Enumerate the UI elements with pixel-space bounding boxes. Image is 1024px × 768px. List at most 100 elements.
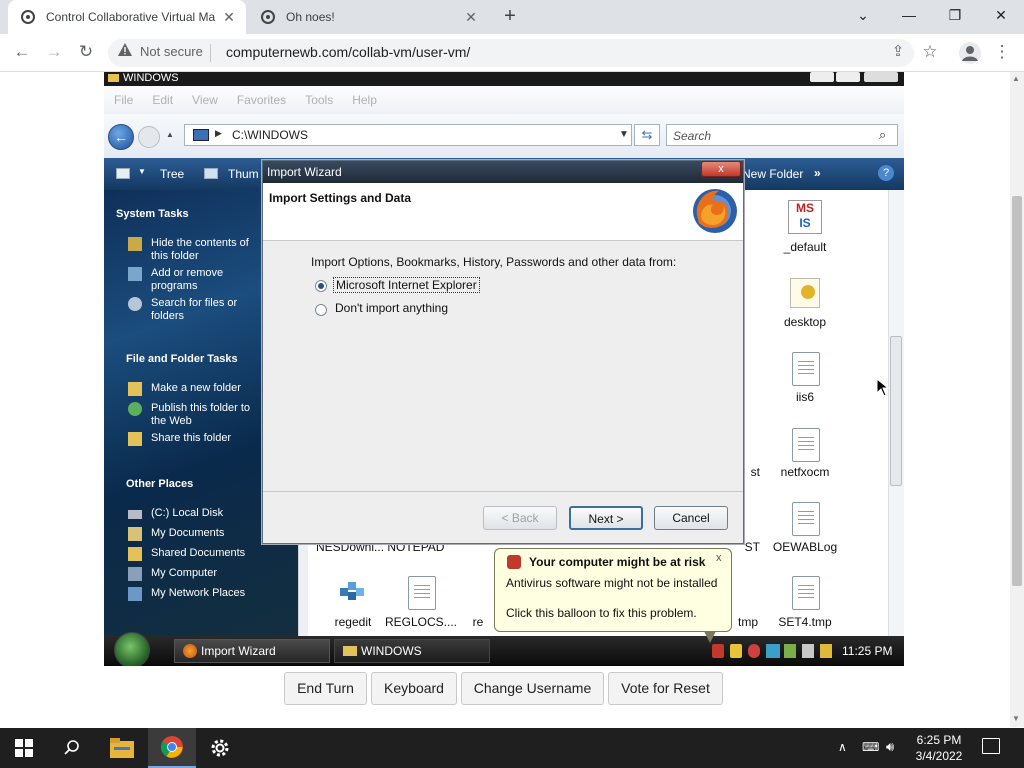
share-icon[interactable]: ⇪ (886, 40, 910, 64)
search-icon[interactable]: ⌕ (879, 127, 886, 143)
gear-icon[interactable] (196, 728, 244, 768)
explorer-up-icon[interactable]: ▲ (166, 130, 174, 139)
tray-network-icon[interactable] (766, 644, 780, 658)
explorer-minimize-button[interactable] (810, 72, 834, 82)
minimize-button[interactable]: — (886, 0, 932, 30)
scroll-down-arrow-icon[interactable]: ▼ (1012, 714, 1020, 723)
cancel-button[interactable]: Cancel (654, 506, 728, 530)
forward-arrow-icon[interactable]: → (42, 40, 66, 64)
file-netfxocm-label[interactable]: netfxocm (760, 465, 850, 479)
reload-icon[interactable]: ↻ (74, 40, 98, 64)
task-publish-web[interactable]: Publish this folder to the Web (151, 402, 263, 428)
tray-security-icon[interactable] (748, 644, 760, 658)
network-icon[interactable]: ⌨ (862, 740, 879, 754)
file-default-label[interactable]: _default (760, 240, 850, 254)
star-icon[interactable]: ☆ (918, 40, 942, 64)
url-text[interactable]: computernewb.com/collab-vm/user-vm/ (226, 44, 470, 60)
restore-button[interactable]: ❐ (932, 0, 978, 30)
option-dont-import-label[interactable]: Don't import anything (335, 301, 448, 315)
tab-oh-noes[interactable]: Oh noes! ✕ (248, 0, 488, 34)
balloon-close-button[interactable]: x (716, 552, 722, 564)
tray-volume-icon[interactable] (802, 644, 814, 658)
menu-tools[interactable]: Tools (305, 93, 333, 107)
help-icon[interactable]: ? (878, 165, 894, 181)
vm-clock[interactable]: 11:25 PM (842, 644, 892, 658)
tree-button[interactable]: Tree (160, 167, 184, 181)
balloon-line2: Click this balloon to fix this problem. (506, 606, 697, 620)
change-username-button[interactable]: Change Username (461, 672, 604, 705)
option-ie-label[interactable]: Microsoft Internet Explorer (333, 277, 480, 293)
explorer-search-field[interactable]: Search ⌕ (666, 124, 898, 146)
search-icon[interactable] (48, 728, 96, 768)
task-hide-contents[interactable]: Hide the contents of this folder (151, 237, 261, 263)
volume-icon[interactable]: 🔊︎ (886, 739, 894, 755)
place-my-computer[interactable]: My Computer (151, 567, 217, 580)
tab-search-icon[interactable]: ⌄ (840, 0, 886, 30)
tray-update-icon[interactable] (784, 644, 796, 658)
chevron-up-icon[interactable]: ∧ (838, 740, 847, 754)
file-area-scrollbar-thumb[interactable] (890, 336, 902, 486)
explorer-address-field[interactable]: ▶ C:\WINDOWS ▼ (184, 124, 632, 146)
file-iis6-label[interactable]: iis6 (760, 390, 850, 404)
radio-dont-import[interactable] (315, 304, 327, 316)
file-set4-label[interactable]: SET4.tmp (760, 615, 850, 629)
tab-collabvm[interactable]: Control Collaborative Virtual Ma ✕ (8, 0, 246, 34)
next-button[interactable]: Next > (569, 506, 643, 530)
shield-warning-icon[interactable] (712, 644, 724, 658)
task-search-files[interactable]: Search for files or folders (151, 297, 251, 323)
place-my-documents[interactable]: My Documents (151, 527, 224, 540)
file-oewablog-label[interactable]: OEWABLog (760, 540, 850, 554)
file-partial-label[interactable]: re (458, 615, 498, 629)
windows-start-icon[interactable] (0, 728, 48, 768)
address-dropdown-icon[interactable]: ▼ (619, 129, 629, 140)
file-explorer-icon[interactable] (98, 728, 146, 768)
menu-edit[interactable]: Edit (152, 93, 173, 107)
tray-misc-icon[interactable] (820, 644, 832, 658)
views-dropdown-icon[interactable]: ▼ (138, 167, 146, 176)
security-balloon[interactable]: Your computer might be at risk x Antivir… (494, 548, 732, 632)
vote-reset-button[interactable]: Vote for Reset (608, 672, 723, 705)
notification-icon[interactable] (982, 738, 1000, 754)
end-turn-button[interactable]: End Turn (284, 672, 367, 705)
menu-view[interactable]: View (192, 93, 218, 107)
collabvm-favicon (260, 9, 276, 25)
radio-ie[interactable] (315, 280, 327, 292)
windows-start-icon[interactable] (114, 632, 150, 666)
more-icon[interactable]: ⋮ (990, 40, 1014, 64)
new-tab-button[interactable]: + (498, 5, 522, 29)
task-windows-folder[interactable]: WINDOWS (334, 639, 490, 663)
file-desktop-label[interactable]: desktop (760, 315, 850, 329)
refresh-icon[interactable]: ⇆ (634, 124, 660, 146)
scroll-up-arrow-icon[interactable]: ▲ (1012, 74, 1020, 83)
back-button[interactable]: < Back (483, 506, 557, 530)
new-folder-button[interactable]: New Folder (742, 167, 803, 181)
place-shared-documents[interactable]: Shared Documents (151, 547, 245, 560)
keyboard-button[interactable]: Keyboard (371, 672, 457, 705)
explorer-back-icon[interactable]: ← (108, 124, 134, 150)
menu-help[interactable]: Help (352, 93, 377, 107)
tab-close-icon[interactable]: ✕ (462, 9, 480, 26)
file-reglocs-label[interactable]: REGLOCS.... (376, 615, 466, 629)
thumbnails-button[interactable]: Thum (228, 167, 259, 181)
tray-shield-icon[interactable] (730, 644, 742, 658)
close-window-button[interactable]: ✕ (978, 0, 1024, 30)
task-import-wizard[interactable]: Import Wizard (174, 639, 330, 663)
explorer-close-button[interactable] (864, 72, 898, 82)
host-clock[interactable]: 6:25 PM 3/4/2022 (912, 732, 966, 764)
profile-icon[interactable] (959, 42, 981, 64)
menu-favorites[interactable]: Favorites (237, 93, 286, 107)
views-icon[interactable] (116, 168, 130, 179)
explorer-maximize-button[interactable] (836, 72, 860, 82)
security-indicator[interactable]: Not secure (118, 43, 203, 59)
back-arrow-icon[interactable]: ← (10, 40, 34, 64)
tab-close-icon[interactable]: ✕ (220, 9, 238, 26)
place-network-places[interactable]: My Network Places (151, 587, 245, 600)
dialog-close-button[interactable]: x (701, 161, 741, 177)
links-more-chevron[interactable]: » (814, 166, 821, 180)
page-scrollbar-thumb[interactable] (1012, 196, 1022, 586)
explorer-forward-icon[interactable] (138, 126, 160, 148)
task-add-remove[interactable]: Add or remove programs (151, 267, 241, 293)
menu-file[interactable]: File (114, 93, 133, 107)
chrome-icon[interactable] (148, 728, 196, 768)
place-local-disk[interactable]: (C:) Local Disk (151, 507, 223, 520)
